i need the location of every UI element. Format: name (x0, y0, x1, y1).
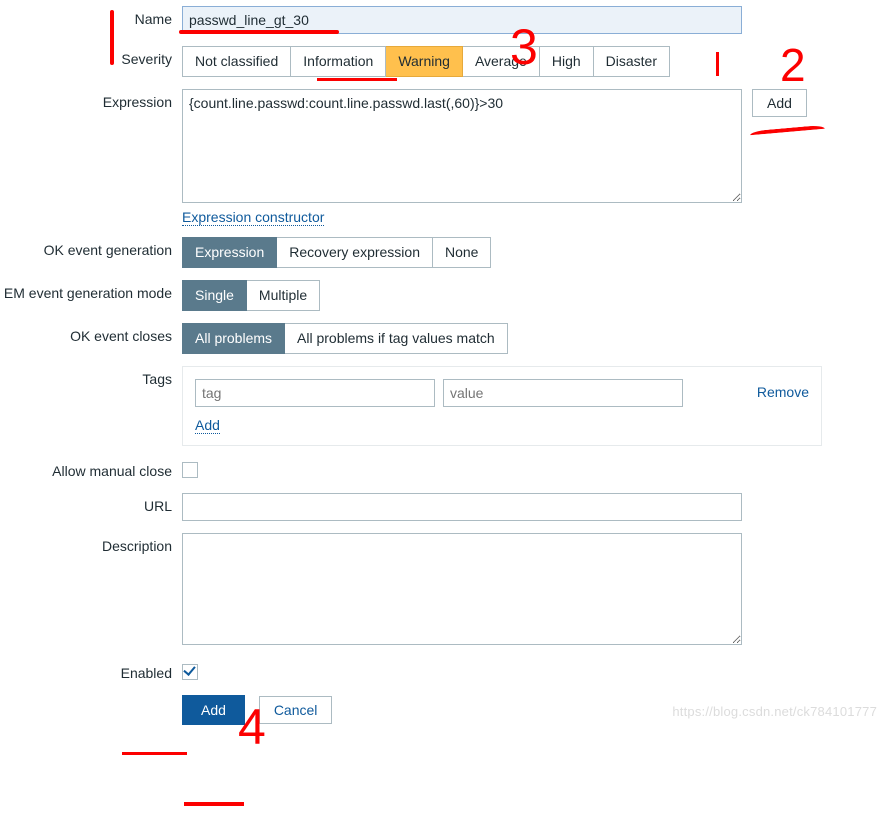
severity-not-classified[interactable]: Not classified (182, 46, 291, 77)
label-name: Name (0, 6, 182, 27)
severity-disaster[interactable]: Disaster (594, 46, 670, 77)
add-expression-button[interactable]: Add (752, 89, 807, 117)
em-single[interactable]: Single (182, 280, 247, 311)
expression-constructor-link[interactable]: Expression constructor (182, 209, 324, 226)
okclose-tagmatch[interactable]: All problems if tag values match (285, 323, 508, 354)
em-mode-group: Single Multiple (182, 280, 320, 311)
label-ok-event-closes: OK event closes (0, 323, 182, 344)
label-em-mode: EM event generation mode (0, 280, 182, 301)
label-description: Description (0, 533, 182, 554)
description-textarea[interactable] (182, 533, 742, 645)
okgen-none[interactable]: None (433, 237, 491, 268)
tag-remove-link[interactable]: Remove (757, 385, 809, 400)
watermark: https://blog.csdn.net/ck784101777 (672, 704, 877, 719)
submit-button[interactable]: Add (182, 695, 245, 725)
expression-textarea[interactable] (182, 89, 742, 203)
tag-name-input[interactable] (195, 379, 435, 407)
footer-spacer (0, 695, 182, 700)
cancel-button[interactable]: Cancel (259, 696, 333, 724)
severity-average[interactable]: Average (463, 46, 540, 77)
label-ok-event-generation: OK event generation (0, 237, 182, 258)
severity-high[interactable]: High (540, 46, 594, 77)
tag-add-link[interactable]: Add (195, 417, 220, 434)
label-enabled: Enabled (0, 660, 182, 681)
tags-box: Remove Add (182, 366, 822, 446)
ok-event-closes-group: All problems All problems if tag values … (182, 323, 508, 354)
annotation-underline-enabled (122, 752, 187, 755)
ok-event-generation-group: Expression Recovery expression None (182, 237, 491, 268)
okgen-recovery[interactable]: Recovery expression (277, 237, 433, 268)
label-tags: Tags (0, 366, 182, 387)
label-severity: Severity (0, 46, 182, 67)
allow-manual-close-checkbox[interactable] (182, 462, 198, 478)
label-url: URL (0, 493, 182, 514)
url-input[interactable] (182, 493, 742, 521)
label-allow-manual-close: Allow manual close (0, 458, 182, 479)
tag-row: Remove (195, 379, 809, 407)
em-multiple[interactable]: Multiple (247, 280, 320, 311)
severity-warning[interactable]: Warning (386, 46, 463, 77)
severity-information[interactable]: Information (291, 46, 386, 77)
enabled-checkbox[interactable] (182, 664, 198, 680)
okclose-all[interactable]: All problems (182, 323, 285, 354)
name-input[interactable] (182, 6, 742, 34)
tag-value-input[interactable] (443, 379, 683, 407)
okgen-expression[interactable]: Expression (182, 237, 277, 268)
severity-group: Not classified Information Warning Avera… (182, 46, 670, 77)
annotation-underline-add (184, 802, 244, 806)
label-expression: Expression (0, 89, 182, 110)
